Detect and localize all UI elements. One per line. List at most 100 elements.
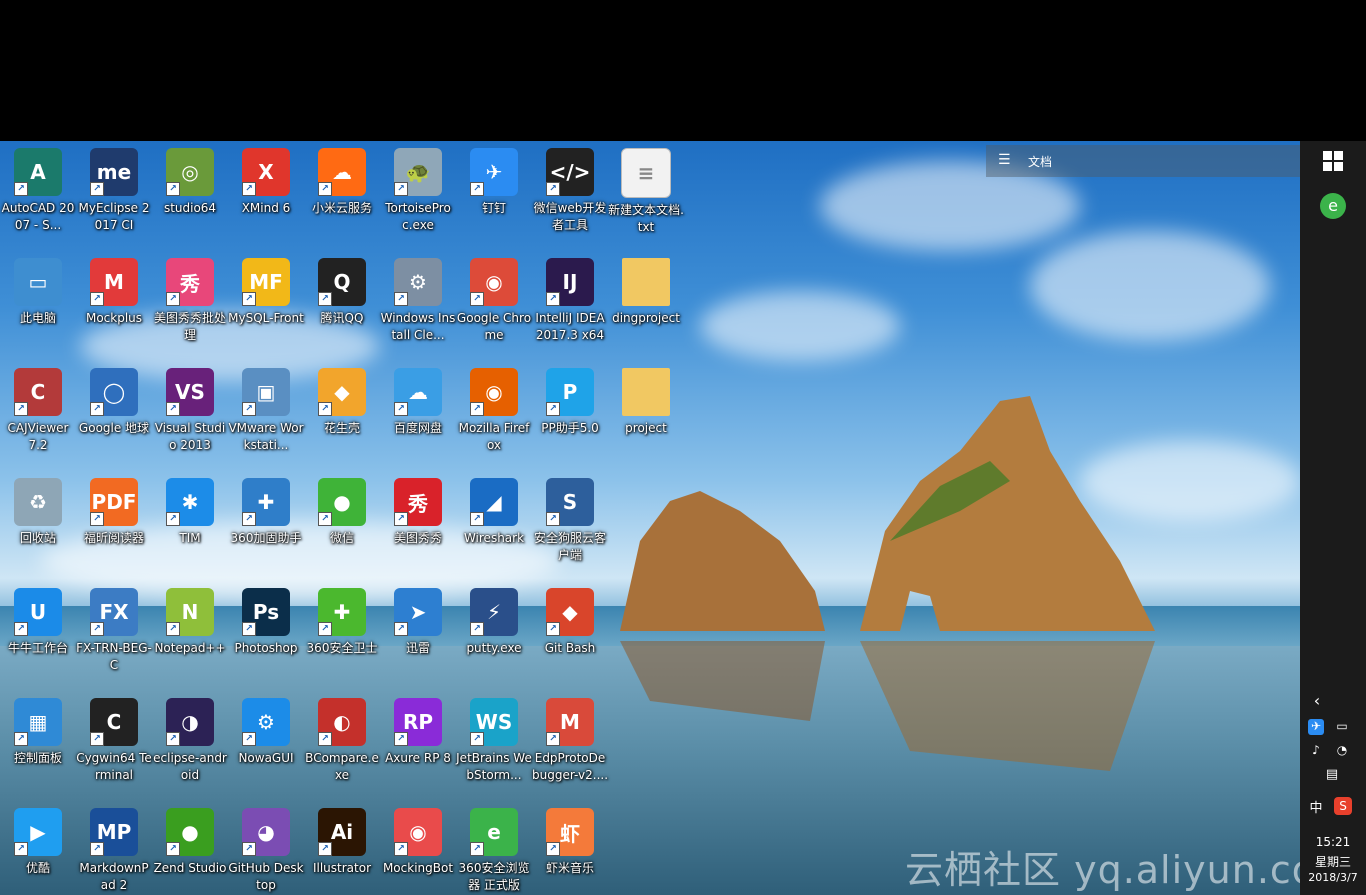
desktop-shortcut[interactable]: ✚ ↗ 360加固助手 bbox=[228, 471, 304, 581]
battery-icon[interactable]: ▭ bbox=[1332, 719, 1352, 735]
desktop-shortcut[interactable]: VS ↗ Visual Studio 2013 bbox=[152, 361, 228, 471]
desktop-shortcut[interactable]: IJ ↗ IntelliJ IDEA 2017.3 x64 bbox=[532, 251, 608, 361]
desktop-shortcut-label: 360加固助手 bbox=[230, 531, 302, 545]
desktop-shortcut[interactable]: FX ↗ FX-TRN-BEG-C bbox=[76, 581, 152, 691]
desktop-shortcut[interactable]: e ↗ 360安全浏览器 正式版 bbox=[456, 801, 532, 895]
windows-start-icon[interactable] bbox=[1322, 151, 1344, 173]
shortcut-arrow-icon: ↗ bbox=[546, 182, 560, 196]
desktop-shortcut[interactable]: ◎ ↗ studio64 bbox=[152, 141, 228, 251]
clock-date[interactable]: 2018/3/7 bbox=[1300, 871, 1366, 884]
desktop-shortcut[interactable]: RP ↗ Axure RP 8 bbox=[380, 691, 456, 801]
desktop-shortcut[interactable]: ☁ ↗ 小米云服务 bbox=[304, 141, 380, 251]
360-browser-taskbar-icon[interactable]: e bbox=[1320, 193, 1346, 219]
desktop-shortcut[interactable]: WS ↗ JetBrains WebStorm... bbox=[456, 691, 532, 801]
desktop-shortcut[interactable]: ⚡ ↗ putty.exe bbox=[456, 581, 532, 691]
vertical-taskbar: e ‹ ✈ ▭ ♪ ◔ ▤ 中 S 15:21 星期三 2018/3/7 bbox=[1300, 141, 1366, 895]
desktop-shortcut[interactable]: P ↗ PP助手5.0 bbox=[532, 361, 608, 471]
desktop-shortcut[interactable]: project bbox=[608, 361, 684, 471]
desktop-shortcut[interactable]: ≡ 新建文本文档.txt bbox=[608, 141, 684, 251]
desktop-shortcut[interactable]: ▶ ↗ 优酷 bbox=[0, 801, 76, 895]
shortcut-arrow-icon: ↗ bbox=[14, 182, 28, 196]
youku-icon: ▶ ↗ bbox=[14, 808, 62, 856]
desktop-shortcut[interactable]: X ↗ XMind 6 bbox=[228, 141, 304, 251]
desktop-shortcut-label: MarkdownPad 2 bbox=[79, 861, 149, 892]
clock-day[interactable]: 星期三 bbox=[1300, 853, 1366, 870]
desktop-shortcut-label: NowaGUI bbox=[238, 751, 294, 765]
chevron-left-icon[interactable]: ‹ bbox=[1308, 691, 1326, 710]
desktop-shortcut[interactable]: ◑ ↗ eclipse-android bbox=[152, 691, 228, 801]
desktop-shortcut[interactable]: S ↗ 安全狗服云客户端 bbox=[532, 471, 608, 581]
zend-studio-icon: ● ↗ bbox=[166, 808, 214, 856]
desktop-shortcut[interactable]: ● ↗ Zend Studio bbox=[152, 801, 228, 895]
desktop-shortcut[interactable]: ▣ ↗ VMware Workstati... bbox=[228, 361, 304, 471]
baidu-netdisk-icon: ☁ ↗ bbox=[394, 368, 442, 416]
dingtalk-tray-icon[interactable]: ✈ bbox=[1308, 719, 1324, 735]
wallpaper-cloud bbox=[700, 291, 900, 361]
xiami-icon: 虾 ↗ bbox=[546, 808, 594, 856]
desktop-shortcut[interactable]: ✱ ↗ TIM bbox=[152, 471, 228, 581]
desktop-shortcut[interactable]: ◉ ↗ MockingBot bbox=[380, 801, 456, 895]
desktop-shortcut[interactable]: M ↗ Mockplus bbox=[76, 251, 152, 361]
desktop-shortcut[interactable]: ➤ ↗ 迅雷 bbox=[380, 581, 456, 691]
desktop-shortcut[interactable]: ◉ ↗ Mozilla Firefox bbox=[456, 361, 532, 471]
action-center-icon[interactable]: ▤ bbox=[1322, 767, 1342, 785]
mysql-front-icon: MF ↗ bbox=[242, 258, 290, 306]
desktop-shortcut[interactable]: ◐ ↗ BCompare.exe bbox=[304, 691, 380, 801]
desktop-shortcut[interactable]: U ↗ 牛牛工作台 bbox=[0, 581, 76, 691]
desktop-shortcut[interactable]: Ps ↗ Photoshop bbox=[228, 581, 304, 691]
desktop-shortcut[interactable]: ☁ ↗ 百度网盘 bbox=[380, 361, 456, 471]
sogou-ime-icon[interactable]: S bbox=[1334, 797, 1352, 815]
desktop-shortcut[interactable]: </> ↗ 微信web开发者工具 bbox=[532, 141, 608, 251]
desktop-shortcut[interactable]: Ai ↗ Illustrator bbox=[304, 801, 380, 895]
desktop-shortcut[interactable]: ◆ ↗ Git Bash bbox=[532, 581, 608, 691]
desktop-shortcut[interactable]: ✈ ↗ 钉钉 bbox=[456, 141, 532, 251]
speaker-icon[interactable]: ♪ bbox=[1308, 743, 1324, 759]
desktop-shortcut[interactable]: ⚙ ↗ Windows Install Cle... bbox=[380, 251, 456, 361]
illustrator-icon: Ai ↗ bbox=[318, 808, 366, 856]
desktop-shortcut[interactable]: ◆ ↗ 花生壳 bbox=[304, 361, 380, 471]
menu-icon[interactable]: ☰ bbox=[998, 152, 1011, 168]
clock-time[interactable]: 15:21 bbox=[1300, 835, 1366, 849]
notes-toolbar[interactable]: ☰ 文档 bbox=[986, 145, 1300, 177]
desktop-shortcut[interactable]: ⚙ ↗ NowaGUI bbox=[228, 691, 304, 801]
desktop-shortcut[interactable]: PDF ↗ 福昕阅读器 bbox=[76, 471, 152, 581]
desktop-shortcut-label: 迅雷 bbox=[405, 641, 430, 655]
desktop-shortcut[interactable]: 虾 ↗ 虾米音乐 bbox=[532, 801, 608, 895]
shortcut-arrow-icon: ↗ bbox=[90, 842, 104, 856]
desktop-shortcut[interactable]: ✚ ↗ 360安全卫士 bbox=[304, 581, 380, 691]
desktop-shortcut[interactable]: ● ↗ 微信 bbox=[304, 471, 380, 581]
desktop-shortcut[interactable]: M ↗ EdpProtoDebugger-v2.... bbox=[532, 691, 608, 801]
desktop-shortcut[interactable]: A ↗ AutoCAD 2007 - S... bbox=[0, 141, 76, 251]
desktop-shortcut[interactable]: Q ↗ 腾讯QQ bbox=[304, 251, 380, 361]
desktop-shortcut[interactable]: dingproject bbox=[608, 251, 684, 361]
desktop-shortcut[interactable]: N ↗ Notepad++ bbox=[152, 581, 228, 691]
wallpaper-cloud bbox=[1030, 231, 1270, 341]
vmware-icon: ▣ ↗ bbox=[242, 368, 290, 416]
ime-indicator[interactable]: 中 bbox=[1306, 797, 1326, 816]
desktop-shortcut[interactable]: ◯ ↗ Google 地球 bbox=[76, 361, 152, 471]
shortcut-arrow-icon: ↗ bbox=[546, 622, 560, 636]
desktop-shortcut-label: dingproject bbox=[612, 311, 680, 325]
shortcut-arrow-icon: ↗ bbox=[166, 622, 180, 636]
shortcut-arrow-icon: ↗ bbox=[166, 842, 180, 856]
google-earth-icon: ◯ ↗ bbox=[90, 368, 138, 416]
desktop-shortcut[interactable]: MF ↗ MySQL-Front bbox=[228, 251, 304, 361]
desktop-shortcut[interactable]: me ↗ MyEclipse 2017 CI bbox=[76, 141, 152, 251]
desktop-shortcut[interactable]: 秀 ↗ 美图秀秀批处理 bbox=[152, 251, 228, 361]
desktop-shortcut[interactable]: ▦ ↗ 控制面板 bbox=[0, 691, 76, 801]
wifi-icon[interactable]: ◔ bbox=[1332, 743, 1352, 759]
desktop-shortcut[interactable]: C ↗ Cygwin64 Terminal bbox=[76, 691, 152, 801]
desktop-shortcut[interactable]: MP ↗ MarkdownPad 2 bbox=[76, 801, 152, 895]
desktop-shortcut[interactable]: ♻ 回收站 bbox=[0, 471, 76, 581]
recycle-bin-icon: ♻ bbox=[14, 478, 62, 526]
windows-installer-icon: ⚙ ↗ bbox=[394, 258, 442, 306]
desktop-shortcut[interactable]: ◉ ↗ Google Chrome bbox=[456, 251, 532, 361]
desktop-shortcut[interactable]: ◕ ↗ GitHub Desktop bbox=[228, 801, 304, 895]
desktop-shortcut[interactable]: 秀 ↗ 美图秀秀 bbox=[380, 471, 456, 581]
desktop-shortcut[interactable]: 🐢 ↗ TortoiseProc.exe bbox=[380, 141, 456, 251]
desktop-shortcut[interactable]: C ↗ CAJViewer 7.2 bbox=[0, 361, 76, 471]
shortcut-arrow-icon: ↗ bbox=[14, 402, 28, 416]
desktop[interactable]: 云栖社区 yq.aliyun.com ☰ 文档 A↗ AutoCAD 2007 -… bbox=[0, 141, 1300, 895]
desktop-shortcut[interactable]: ◢ ↗ Wireshark bbox=[456, 471, 532, 581]
desktop-shortcut[interactable]: ▭ 此电脑 bbox=[0, 251, 76, 361]
